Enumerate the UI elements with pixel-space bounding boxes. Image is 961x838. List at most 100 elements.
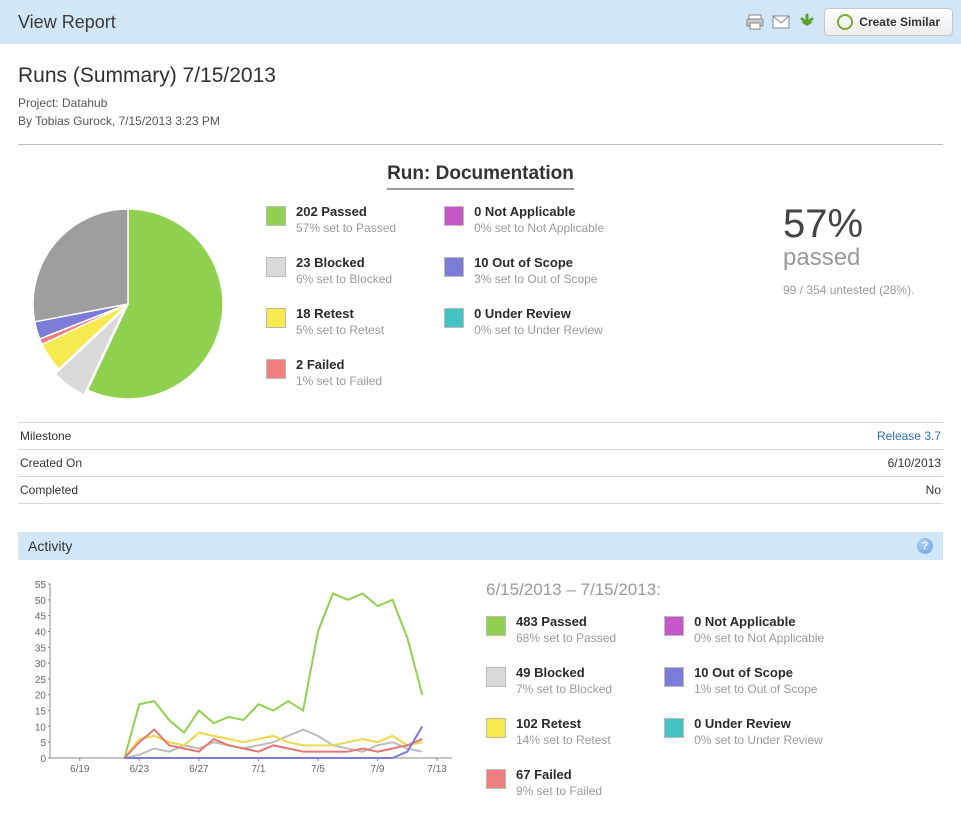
- run-summary: 202 Passed 57% set to Passed 23 Blocked 6% …: [18, 204, 943, 404]
- svg-text:7/1: 7/1: [251, 764, 265, 775]
- activity-legend: 6/15/2013 – 7/15/2013: 483 Passed 68% set…: [486, 578, 943, 798]
- legend-swatch: [486, 616, 506, 636]
- legend-sub: 1% set to Failed: [296, 374, 382, 388]
- svg-text:30: 30: [35, 659, 47, 670]
- create-similar-button[interactable]: Create Similar: [824, 8, 953, 36]
- svg-text:7/5: 7/5: [311, 764, 325, 775]
- svg-text:10: 10: [35, 722, 47, 733]
- topbar: View Report Create Similar: [0, 0, 961, 44]
- create-similar-label: Create Similar: [859, 15, 940, 29]
- report-title: Runs (Summary) 7/15/2013: [18, 64, 943, 88]
- legend-item: 18 Retest5% set to Retest: [266, 306, 396, 337]
- legend-title: 0 Not Applicable: [474, 204, 604, 219]
- legend-item: 0 Under Review 0% set to Under Review: [444, 306, 604, 337]
- legend-title: 18 Retest: [296, 306, 384, 321]
- legend-item: 202 Passed 57% set to Passed: [266, 204, 396, 235]
- legend-swatch: [266, 359, 286, 379]
- legend-sub: 14% set to Retest: [516, 733, 611, 747]
- legend-title: 23 Blocked: [296, 255, 392, 270]
- legend-title: 49 Blocked: [516, 665, 612, 680]
- pass-pct-value: 57%: [783, 204, 943, 244]
- email-icon[interactable]: [772, 13, 790, 31]
- plus-circle-icon: [837, 14, 853, 30]
- info-value: No: [474, 477, 943, 504]
- legend-sub: 0% set to Under Review: [694, 733, 823, 747]
- pie-chart: [18, 204, 238, 404]
- svg-text:5: 5: [40, 738, 46, 749]
- svg-text:20: 20: [35, 691, 47, 702]
- legend-sub: 68% set to Passed: [516, 631, 616, 645]
- legend-title: 0 Not Applicable: [694, 614, 824, 629]
- legend-item: 102 Retest 14% set to Retest: [486, 716, 616, 747]
- legend-sub: 57% set to Passed: [296, 221, 396, 235]
- legend-swatch: [444, 308, 464, 328]
- legend-title: 202 Passed: [296, 204, 396, 219]
- legend-item: 49 Blocked 7% set to Blocked: [486, 665, 616, 696]
- svg-text:55: 55: [35, 580, 47, 591]
- legend-item: 2 Failed1% set to Failed: [266, 357, 396, 388]
- help-icon[interactable]: ?: [917, 538, 933, 554]
- svg-text:35: 35: [35, 643, 47, 654]
- legend-sub: 6% set to Blocked: [296, 272, 392, 286]
- legend-swatch: [444, 257, 464, 277]
- legend-swatch: [266, 257, 286, 277]
- legend-swatch: [664, 667, 684, 687]
- svg-text:7/13: 7/13: [427, 764, 447, 775]
- legend-title: 0 Under Review: [474, 306, 603, 321]
- legend-sub: 3% set to Out of Scope: [474, 272, 597, 286]
- svg-text:0: 0: [40, 754, 46, 765]
- legend-swatch: [486, 769, 506, 789]
- info-row: Created On6/10/2013: [18, 450, 943, 477]
- svg-text:6/27: 6/27: [189, 764, 209, 775]
- info-row: CompletedNo: [18, 477, 943, 504]
- print-icon[interactable]: [746, 13, 764, 31]
- svg-text:6/19: 6/19: [70, 764, 90, 775]
- pass-pct-label: passed: [783, 244, 943, 272]
- legend-swatch: [486, 667, 506, 687]
- legend-title: 67 Failed: [516, 767, 602, 782]
- pass-percentage: 57% passed 99 / 354 untested (28%).: [783, 204, 943, 299]
- legend-swatch: [664, 718, 684, 738]
- legend-swatch: [486, 718, 506, 738]
- legend-title: 10 Out of Scope: [694, 665, 817, 680]
- legend-swatch: [266, 206, 286, 226]
- page-title: View Report: [8, 12, 116, 33]
- svg-text:15: 15: [35, 707, 47, 718]
- svg-text:45: 45: [35, 612, 47, 623]
- info-value[interactable]: Release 3.7: [474, 423, 943, 450]
- legend-item: 0 Not Applicable 0% set to Not Applicable: [444, 204, 604, 235]
- legend-item: 23 Blocked 6% set to Blocked: [266, 255, 396, 286]
- info-table: MilestoneRelease 3.7Created On6/10/2013C…: [18, 422, 943, 504]
- legend-sub: 0% set to Under Review: [474, 323, 603, 337]
- legend-title: 10 Out of Scope: [474, 255, 597, 270]
- legend-swatch: [266, 308, 286, 328]
- svg-text:6/23: 6/23: [130, 764, 150, 775]
- svg-text:50: 50: [35, 596, 47, 607]
- info-row: MilestoneRelease 3.7: [18, 423, 943, 450]
- download-icon[interactable]: [798, 13, 816, 31]
- report-meta-project: Project: Datahub: [18, 94, 943, 112]
- activity-section: 05101520253035404550556/196/236/277/17/5…: [18, 578, 943, 798]
- info-label: Created On: [18, 450, 474, 477]
- run-legend: 202 Passed 57% set to Passed 23 Blocked 6% …: [266, 204, 755, 388]
- legend-item: 0 Not Applicable 0% set to Not Applicable: [664, 614, 824, 645]
- legend-item: 0 Under Review 0% set to Under Review: [664, 716, 824, 747]
- legend-item: 67 Failed 9% set to Failed: [486, 767, 616, 798]
- legend-title: 102 Retest: [516, 716, 611, 731]
- legend-title: 0 Under Review: [694, 716, 823, 731]
- legend-swatch: [664, 616, 684, 636]
- svg-text:25: 25: [35, 675, 47, 686]
- run-title: Run: Documentation: [387, 163, 574, 190]
- line-chart: 05101520253035404550556/196/236/277/17/5…: [18, 578, 458, 781]
- legend-title: 483 Passed: [516, 614, 616, 629]
- activity-range: 6/15/2013 – 7/15/2013:: [486, 580, 943, 600]
- legend-sub: 1% set to Out of Scope: [694, 682, 817, 696]
- legend-sub: 7% set to Blocked: [516, 682, 612, 696]
- legend-swatch: [444, 206, 464, 226]
- report-meta-byline: By Tobias Gurock, 7/15/2013 3:23 PM: [18, 112, 943, 130]
- untested-text: 99 / 354 untested (28%).: [783, 282, 943, 299]
- info-label: Completed: [18, 477, 474, 504]
- legend-sub: 9% set to Failed: [516, 784, 602, 798]
- legend-sub: 0% set to Not Applicable: [694, 631, 824, 645]
- legend-sub: 0% set to Not Applicable: [474, 221, 604, 235]
